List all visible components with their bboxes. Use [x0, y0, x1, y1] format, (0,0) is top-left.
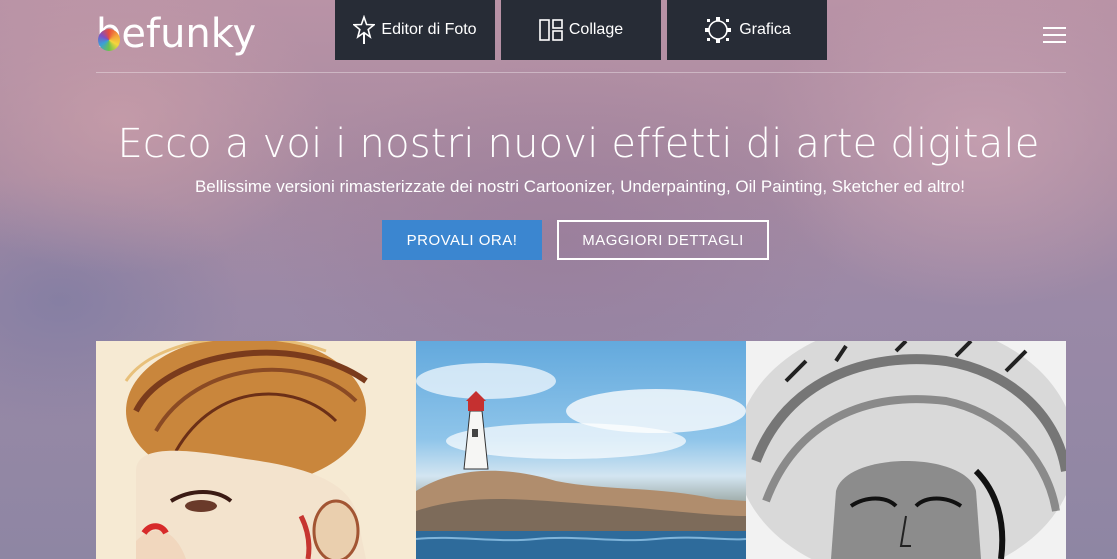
nav-photo-editor[interactable]: Editor di Foto: [335, 0, 495, 60]
befunky-logo[interactable]: befunky: [96, 10, 256, 58]
hamburger-menu-icon[interactable]: [1043, 27, 1066, 45]
nav-collage[interactable]: Collage: [501, 0, 661, 60]
collage-icon: [539, 19, 563, 41]
cartoonizer-portrait-image: [96, 341, 416, 559]
color-wheel-icon: [98, 29, 120, 51]
sketch-portrait-image: [746, 341, 1066, 559]
nav-collage-label: Collage: [568, 21, 624, 38]
hero-subtitle: Bellissime versioni rimasterizzate dei n…: [194, 177, 966, 196]
header-divider: [96, 72, 1066, 73]
nav-graphic[interactable]: Grafica: [667, 0, 827, 60]
hero-title: Ecco a voi i nostri nuovi effetti di art…: [117, 121, 1040, 167]
logo-text: befunky: [96, 11, 257, 57]
star-icon: [353, 15, 376, 45]
more-details-button[interactable]: MAGGIORI DETTAGLI: [557, 220, 769, 260]
nav-graphic-label: Grafica: [739, 21, 791, 38]
graphic-icon: [703, 16, 733, 44]
nav-photo-editor-label: Editor di Foto: [381, 21, 477, 38]
try-now-button[interactable]: PROVALI ORA!: [382, 220, 542, 260]
lighthouse-image: [416, 341, 746, 559]
